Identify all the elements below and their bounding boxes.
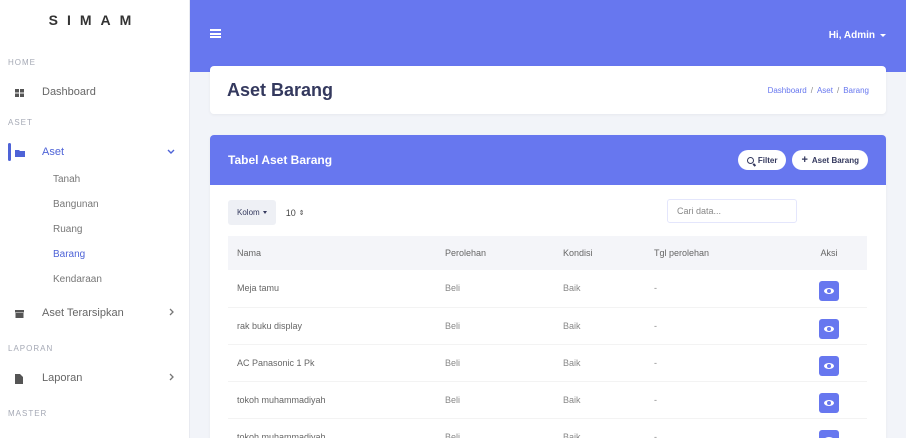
sidebar-subitem-ruang[interactable]: Ruang (0, 217, 189, 242)
add-aset-barang-button[interactable]: + Aset Barang (792, 150, 868, 170)
sidebar: SIMAM HOME Dashboard ASET Aset Tanah Ban… (0, 0, 190, 438)
cell-aksi (791, 307, 867, 344)
breadcrumb-separator: / (810, 85, 813, 95)
app-brand[interactable]: SIMAM (0, 0, 189, 40)
view-eye-icon[interactable] (819, 318, 839, 339)
section-title-aset: ASET (8, 118, 33, 127)
user-menu[interactable]: Hi, Admin (829, 30, 886, 41)
add-button-label: Aset Barang (811, 155, 859, 165)
filter-button[interactable]: Filter (737, 150, 787, 170)
menu-toggle-icon[interactable] (210, 29, 221, 38)
card-title: Tabel Aset Barang (228, 153, 333, 167)
page-header: Aset Barang Dashboard / Aset / Barang (210, 66, 886, 114)
chevron-right-icon (169, 307, 175, 319)
table-row: tokoh muhammadiyah Beli Baik - (228, 418, 867, 438)
cell-kondisi: Baik (563, 431, 581, 438)
cell-tgl: - (654, 394, 657, 405)
breadcrumb: Dashboard / Aset / Barang (768, 86, 869, 95)
breadcrumb-item-aset[interactable]: Aset (817, 86, 833, 95)
card-header: Tabel Aset Barang Filter + Aset Barang (210, 135, 886, 185)
table-header-row: Nama Perolehan Kondisi Tgl perolehan Aks… (228, 236, 867, 270)
kolom-label: Kolom (237, 208, 260, 217)
sort-updown-icon: ⇕ (298, 209, 305, 217)
cell-aksi (791, 270, 867, 307)
cell-perolehan: Beli (445, 283, 461, 294)
cell-kondisi: Baik (563, 394, 581, 405)
sidebar-item-aset[interactable]: Aset (0, 139, 189, 165)
cell-kondisi: Baik (563, 357, 581, 368)
view-eye-icon[interactable] (819, 281, 839, 302)
archive-icon (15, 309, 24, 318)
grid-icon (15, 88, 24, 97)
view-eye-icon[interactable] (819, 429, 839, 438)
caret-down-icon (880, 34, 886, 37)
kolom-dropdown[interactable]: Kolom (228, 200, 276, 225)
sidebar-item-laporan[interactable]: Laporan (0, 365, 189, 391)
view-eye-icon[interactable] (819, 355, 839, 376)
sidebar-subitem-kendaraan[interactable]: Kendaraan (0, 267, 189, 292)
table-row: AC Panasonic 1 Pk Beli Baik - (228, 344, 867, 381)
sidebar-subitem-barang[interactable]: Barang (0, 242, 189, 267)
filter-button-label: Filter (757, 155, 778, 165)
cell-aksi (791, 418, 867, 438)
per-page-select[interactable]: 10 ⇕ (286, 208, 305, 218)
user-greeting: Hi, Admin (828, 30, 875, 41)
cell-aksi (791, 381, 867, 418)
sidebar-subitem-bangunan[interactable]: Bangunan (0, 192, 189, 217)
section-title-master: MASTER (8, 409, 48, 418)
chevron-right-icon (169, 372, 175, 384)
search-icon (746, 156, 754, 164)
caret-down-icon (262, 211, 267, 214)
column-header-kondisi[interactable]: Kondisi (554, 236, 645, 270)
chevron-down-icon (167, 146, 175, 158)
topbar: Hi, Admin (190, 0, 906, 72)
search-input[interactable] (667, 199, 797, 223)
asset-table: Nama Perolehan Kondisi Tgl perolehan Aks… (228, 236, 867, 438)
cell-nama: AC Panasonic 1 Pk (237, 357, 315, 368)
sidebar-item-aset-terarsipkan[interactable]: Aset Terarsipkan (0, 300, 189, 326)
sidebar-item-label: Aset (42, 146, 65, 158)
sidebar-item-dashboard[interactable]: Dashboard (0, 79, 189, 105)
cell-tgl: - (654, 320, 657, 331)
view-eye-icon[interactable] (819, 392, 839, 413)
sidebar-item-label: Aset Terarsipkan (42, 307, 124, 319)
column-header-aksi: Aksi (820, 248, 838, 258)
breadcrumb-item-barang: Barang (843, 85, 869, 95)
cell-perolehan: Beli (445, 394, 461, 405)
column-header-perolehan[interactable]: Perolehan (436, 236, 554, 270)
sidebar-subitem-tanah[interactable]: Tanah (0, 167, 189, 192)
sidebar-item-label: Dashboard (42, 86, 96, 98)
table-card: Tabel Aset Barang Filter + Aset Barang K… (210, 135, 886, 438)
cell-perolehan: Beli (445, 357, 461, 368)
cell-nama: tokoh muhammadiyah (237, 394, 326, 405)
table-row: Meja tamu Beli Baik - (228, 270, 867, 307)
cell-tgl: - (654, 283, 657, 294)
breadcrumb-separator: / (836, 85, 840, 95)
plus-icon: + (801, 153, 808, 166)
cell-aksi (791, 344, 867, 381)
cell-nama: rak buku display (237, 320, 303, 331)
cell-nama: Meja tamu (237, 283, 280, 294)
section-title-laporan: LAPORAN (8, 344, 54, 353)
cell-perolehan: Beli (445, 320, 461, 331)
cell-tgl: - (654, 431, 657, 438)
table-row: tokoh muhammadiyah Beli Baik - (228, 381, 867, 418)
per-page-value: 10 (285, 207, 296, 218)
section-title-home: HOME (8, 58, 36, 67)
cell-kondisi: Baik (563, 283, 581, 294)
cell-perolehan: Beli (445, 431, 461, 438)
column-header-tgl-perolehan[interactable]: Tgl perolehan (645, 236, 791, 270)
cell-nama: tokoh muhammadiyah (237, 431, 326, 438)
folder-icon (15, 148, 25, 157)
sidebar-item-label: Laporan (42, 372, 83, 384)
file-icon (15, 374, 24, 384)
cell-kondisi: Baik (563, 320, 581, 331)
cell-tgl: - (654, 357, 657, 368)
column-header-nama[interactable]: Nama (228, 236, 436, 270)
breadcrumb-item-dashboard[interactable]: Dashboard (768, 86, 807, 95)
page-title: Aset Barang (227, 79, 334, 100)
table-row: rak buku display Beli Baik - (228, 307, 867, 344)
